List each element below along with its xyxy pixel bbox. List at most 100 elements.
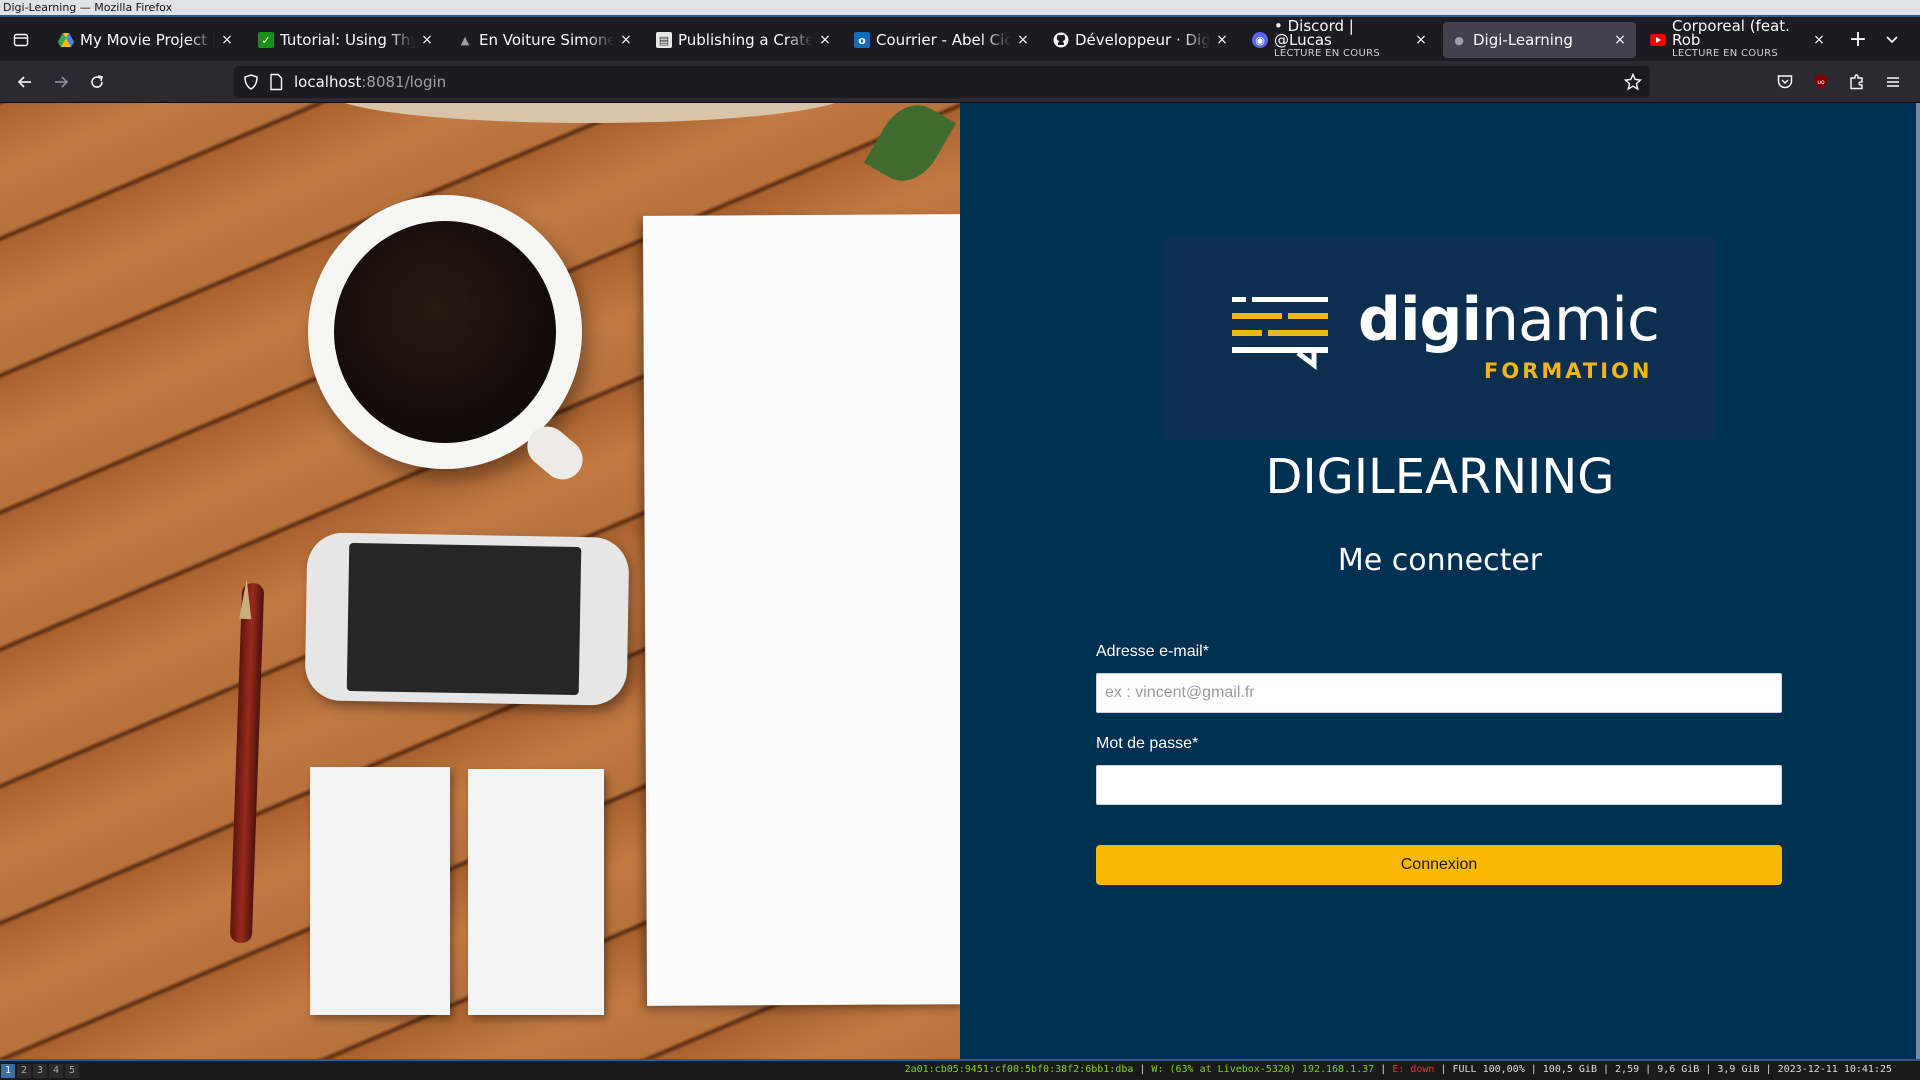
- page-subtitle: Me connecter: [1337, 543, 1543, 578]
- window-title: Digi-Learning — Mozilla Firefox: [0, 0, 1920, 17]
- tab-developpeur-github[interactable]: Développeur · DigiSu ×: [1045, 22, 1238, 58]
- tab-digi-learning[interactable]: ● Digi-Learning ×: [1443, 22, 1636, 58]
- login-button[interactable]: Connexion: [1096, 845, 1782, 885]
- clock: 2023-12-11 10:41:25: [1777, 1064, 1892, 1075]
- email-field[interactable]: [1096, 673, 1782, 713]
- close-tab-icon[interactable]: ×: [1214, 32, 1230, 48]
- close-tab-icon[interactable]: ×: [419, 32, 435, 48]
- extensions-button[interactable]: [1844, 69, 1870, 95]
- tab-strip: My Movie Project [VO × ✓ Tutorial: Using…: [0, 17, 1920, 61]
- password-field[interactable]: [1096, 765, 1782, 805]
- page-info-icon[interactable]: [268, 73, 284, 95]
- tab-title: Courrier - Abel Ciccoli: [876, 31, 1011, 49]
- tab-playing-label: LECTURE EN COURS: [1274, 48, 1380, 59]
- login-panel: diginamic FORMATION DIGILEARNING Me conn…: [960, 103, 1920, 1059]
- tab-title: En Voiture Simone: [479, 31, 614, 49]
- tab-title: My Movie Project [VO: [80, 31, 215, 49]
- firefox-view-button[interactable]: [8, 27, 34, 53]
- app-menu-button[interactable]: [1880, 69, 1906, 95]
- tab-en-voiture-simone[interactable]: ▲ En Voiture Simone ×: [449, 22, 642, 58]
- pocket-button[interactable]: [1772, 69, 1798, 95]
- page-viewport: diginamic FORMATION DIGILEARNING Me conn…: [0, 103, 1920, 1059]
- business-card-image: [310, 767, 450, 1015]
- workspace-5[interactable]: 5: [65, 1064, 79, 1078]
- book-icon: ▤: [656, 32, 672, 48]
- firefox-view-icon: [13, 33, 29, 47]
- workspace-4[interactable]: 4: [49, 1064, 63, 1078]
- password-label: Mot de passe*: [1096, 735, 1199, 752]
- hamburger-menu-icon: [1887, 77, 1899, 87]
- ublock-icon: uo: [1814, 74, 1828, 90]
- arrow-left-icon: [17, 76, 31, 88]
- google-drive-icon: [58, 32, 74, 48]
- hero-photo: [0, 103, 960, 1059]
- new-tab-button[interactable]: +: [1846, 29, 1870, 53]
- reload-button[interactable]: [84, 69, 110, 95]
- status-indicators: 2a01:cb05:9451:cf00:5bf0:38f2:6bb1:dba |…: [904, 1064, 1892, 1075]
- tab-my-movie-project[interactable]: My Movie Project [VO ×: [50, 22, 243, 58]
- close-tab-icon[interactable]: ×: [1413, 32, 1429, 48]
- github-icon: [1053, 32, 1069, 48]
- close-tab-icon[interactable]: ×: [1015, 32, 1031, 48]
- close-tab-icon[interactable]: ×: [1612, 32, 1628, 48]
- close-tab-icon[interactable]: ×: [618, 32, 634, 48]
- reload-icon: [91, 75, 103, 88]
- navigation-toolbar: localhost:8081/login uo: [0, 61, 1920, 103]
- outlook-icon: o: [854, 32, 870, 48]
- workspace-1[interactable]: 1: [1, 1064, 15, 1078]
- tab-title: Corporeal (feat. Rob: [1672, 19, 1790, 49]
- logo-formation-label: FORMATION: [1484, 359, 1653, 383]
- ethernet-status: E: down: [1392, 1064, 1435, 1075]
- url-text[interactable]: localhost:8081/login: [294, 73, 446, 91]
- tab-discord[interactable]: ◉ • Discord | @Lucas LECTURE EN COURS ×: [1244, 19, 1437, 59]
- url-path: :8081/login: [361, 73, 447, 91]
- diginamic-logo: diginamic FORMATION: [1164, 237, 1716, 439]
- pen-image: [229, 582, 265, 944]
- discord-icon: ◉: [1252, 32, 1268, 48]
- url-host: localhost: [294, 73, 362, 91]
- logo-lines-icon: [1232, 297, 1328, 370]
- load-status: 2,59: [1615, 1064, 1640, 1075]
- close-tab-icon[interactable]: ×: [817, 32, 833, 48]
- tab-courrier-outlook[interactable]: o Courrier - Abel Ciccoli ×: [846, 22, 1039, 58]
- globe-icon: ●: [1454, 33, 1464, 47]
- close-tab-icon[interactable]: ×: [219, 32, 235, 48]
- blank-paper-image: [642, 214, 960, 1006]
- youtube-icon: [1650, 32, 1666, 48]
- tab-publishing-crate[interactable]: ▤ Publishing a Crate to ×: [648, 22, 841, 58]
- workspace-2[interactable]: 2: [17, 1064, 31, 1078]
- car-icon: ▲: [460, 33, 470, 47]
- memory-status: 9,6 GiB | 3,9 GiB: [1657, 1064, 1760, 1075]
- back-button[interactable]: [12, 69, 38, 95]
- ipv6-status: 2a01:cb05:9451:cf00:5bf0:38f2:6bb1:dba: [904, 1064, 1134, 1075]
- tab-title: • Discord | @Lucas: [1274, 19, 1354, 49]
- tab-playing-label: LECTURE EN COURS: [1672, 48, 1778, 59]
- wifi-status: W: (63% at Livebox-5320) 192.168.1.37: [1151, 1064, 1375, 1075]
- app-title: DIGILEARNING: [1265, 449, 1615, 505]
- forward-button[interactable]: [48, 69, 74, 95]
- disk-status: 100,5 GiB: [1542, 1064, 1597, 1075]
- pocket-icon: [1777, 75, 1793, 89]
- puzzle-icon: [1850, 74, 1863, 90]
- tab-title: Tutorial: Using Thymeleaf: [280, 31, 415, 49]
- tab-title: Digi-Learning: [1473, 31, 1573, 49]
- tab-title: Publishing a Crate to: [678, 31, 813, 49]
- chevron-down-icon: [1886, 36, 1898, 44]
- battery-status: FULL 100,00%: [1452, 1064, 1525, 1075]
- tab-tutorial-thymeleaf[interactable]: ✓ Tutorial: Using Thymeleaf ×: [250, 22, 443, 58]
- ublock-origin-button[interactable]: uo: [1808, 69, 1834, 95]
- address-bar[interactable]: localhost:8081/login: [234, 66, 1650, 98]
- email-label: Adresse e-mail*: [1096, 643, 1209, 660]
- system-status-bar: 1 2 3 4 5 2a01:cb05:9451:cf00:5bf0:38f2:…: [0, 1059, 1920, 1080]
- close-tab-icon[interactable]: ×: [1811, 32, 1827, 48]
- tab-title: Développeur · DigiSu: [1075, 31, 1210, 49]
- svg-text:uo: uo: [1817, 79, 1825, 86]
- tracking-protection-icon[interactable]: [242, 73, 260, 95]
- scrollbar[interactable]: [1916, 103, 1920, 1059]
- check-icon: ✓: [258, 32, 274, 48]
- logo-wordmark: diginamic: [1358, 285, 1660, 355]
- workspace-3[interactable]: 3: [33, 1064, 47, 1078]
- list-all-tabs-button[interactable]: [1884, 31, 1904, 51]
- bookmark-star-icon[interactable]: [1623, 72, 1643, 95]
- tab-youtube-corporeal[interactable]: Corporeal (feat. Rob LECTURE EN COURS ×: [1642, 19, 1835, 59]
